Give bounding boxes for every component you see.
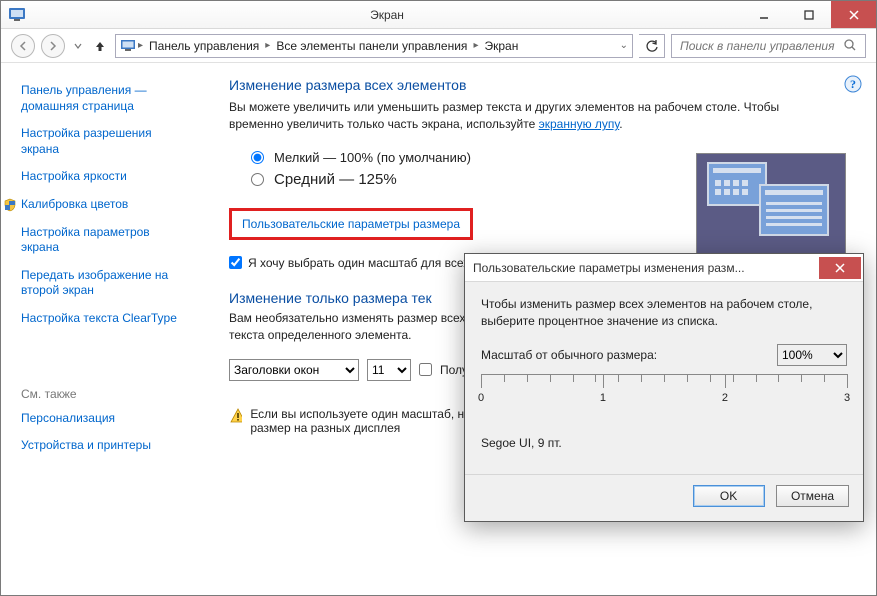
sidebar: Панель управления — домашняя страница На… [1,63,201,595]
chevron-down-icon[interactable]: ⌄ [620,40,628,51]
crumb-display[interactable]: Экран [480,39,522,53]
search-input[interactable] [678,38,843,54]
scale-select[interactable]: 100% [777,344,847,366]
svg-text:?: ? [850,77,856,91]
shield-icon [3,198,17,212]
back-button[interactable] [11,34,35,58]
sidebar-item-brightness[interactable]: Настройка яркости [21,169,189,185]
ok-button[interactable]: OK [693,485,765,507]
crumb-control-panel[interactable]: Панель управления [145,39,263,53]
history-dropdown-icon[interactable] [71,34,85,58]
ruler-label-1: 1 [600,392,606,404]
scale-label: Масштаб от обычного размера: [481,348,657,362]
sample-font-text: Segoe UI, 9 пт. [481,436,847,450]
app-icon [7,5,27,25]
chevron-right-icon: ▸ [138,40,143,51]
dialog-body: Чтобы изменить размер всех элементов на … [465,282,863,474]
see-also-header: См. также [21,387,189,401]
custom-size-link[interactable]: Пользовательские параметры размера [242,217,460,231]
ruler-label-3: 3 [844,392,850,404]
scale-row: Масштаб от обычного размера: 100% [481,344,847,366]
warning-icon [229,407,242,425]
radio-medium-input[interactable] [251,173,264,186]
display-icon [120,38,136,54]
dialog-buttons: OK Отмена [465,474,863,521]
maximize-button[interactable] [786,1,831,28]
sidebar-item-cleartype[interactable]: Настройка текста ClearType [21,311,189,327]
magnifier-link[interactable]: экранную лупу [539,117,620,131]
sidebar-item-resolution[interactable]: Настройка разрешения экрана [21,126,189,157]
custom-size-dialog: Пользовательские параметры изменения раз… [464,253,864,522]
scale-ruler[interactable]: 0 1 2 3 [481,374,847,420]
search-icon [843,38,859,54]
dialog-titlebar: Пользовательские параметры изменения раз… [465,254,863,282]
help-icon[interactable]: ? [844,75,862,96]
ruler-label-0: 0 [478,392,484,404]
cancel-button[interactable]: Отмена [776,485,849,507]
sidebar-home[interactable]: Панель управления — домашняя страница [21,83,189,114]
font-size-select[interactable]: 11 [367,359,411,381]
radio-small-input[interactable] [251,151,264,164]
up-button[interactable] [91,37,109,55]
sidebar-item-display-params[interactable]: Настройка параметров экрана [21,225,189,256]
crumb-all-items[interactable]: Все элементы панели управления [272,39,471,53]
dialog-text: Чтобы изменить размер всех элементов на … [481,296,847,330]
one-scale-checkbox[interactable] [229,256,242,269]
titlebar: Экран [1,1,876,29]
monitor-preview-2 [759,184,829,236]
chevron-right-icon: ▸ [473,40,478,51]
search-box[interactable] [671,34,866,58]
refresh-button[interactable] [639,34,665,58]
sidebar-item-label: Калибровка цветов [21,197,128,213]
breadcrumb[interactable]: ▸ Панель управления ▸ Все элементы панел… [115,34,633,58]
sidebar-item-calibrate[interactable]: Калибровка цветов [3,197,189,213]
element-select[interactable]: Заголовки окон [229,359,359,381]
display-settings-window: Экран ▸ Панель управления ▸ Все элементы… [0,0,877,596]
one-scale-label: Я хочу выбрать один масштаб для всех [248,256,469,270]
description-text: Вы можете увеличить или уменьшить размер… [229,99,789,134]
heading-resize-all: Изменение размера всех элементов [229,77,852,93]
see-also-personalization[interactable]: Персонализация [21,411,189,427]
chevron-right-icon: ▸ [265,40,270,51]
bold-checkbox[interactable] [419,363,432,376]
window-buttons [741,1,876,28]
dialog-close-button[interactable] [819,257,861,279]
address-bar: ▸ Панель управления ▸ Все элементы панел… [1,29,876,63]
window-title: Экран [33,8,741,22]
monitor-preview-1 [707,162,767,206]
dialog-title: Пользовательские параметры изменения раз… [473,261,819,275]
custom-size-highlight: Пользовательские параметры размера [229,208,473,240]
ruler-label-2: 2 [722,392,728,404]
sidebar-item-project[interactable]: Передать изображение на второй экран [21,268,189,299]
forward-button[interactable] [41,34,65,58]
preview-monitors [696,153,846,263]
close-button[interactable] [831,1,876,28]
minimize-button[interactable] [741,1,786,28]
see-also-devices[interactable]: Устройства и принтеры [21,438,189,454]
